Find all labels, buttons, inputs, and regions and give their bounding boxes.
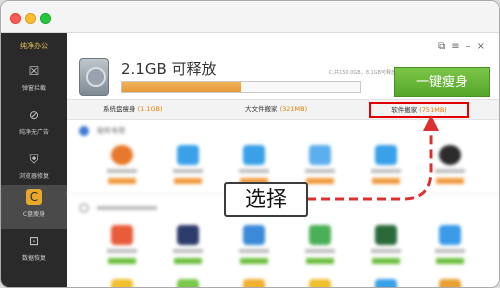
app-window: 纯净办公 ☒ 弹窗拦截 ⊘ 纯净无广告 ⛨ 浏览器修复 C C盘瘦身 ⊡ 数据恢… (0, 0, 500, 288)
annotation-callout: 选择 (224, 182, 308, 217)
annotation-arrow (307, 115, 439, 201)
